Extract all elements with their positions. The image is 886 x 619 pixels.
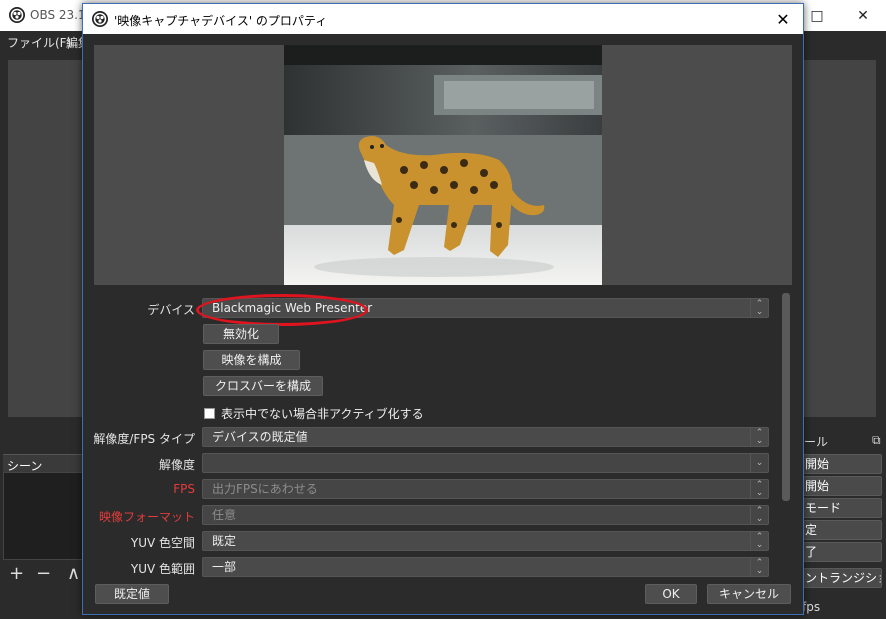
settings-button[interactable]: 定 <box>800 520 882 540</box>
exit-button[interactable]: 了 <box>800 542 882 562</box>
move-up-icon[interactable]: ∧ <box>67 563 80 584</box>
video-format-label: 映像フォーマット <box>98 510 195 524</box>
properties-form: デバイス Blackmagic Web Presenter ⌃ ⌄ 無効化 映像を… <box>83 292 803 578</box>
resolution-fps-type-select[interactable]: デバイスの既定値 ⌃ ⌄ <box>202 427 769 447</box>
deactivate-when-hidden-checkbox[interactable] <box>204 408 215 419</box>
updown-arrows-icon: ⌃ ⌄ <box>750 558 768 576</box>
yuv-color-space-label: YUV 色空間 <box>130 536 195 550</box>
resolution-fps-type-value: デバイスの既定値 <box>212 430 308 444</box>
video-format-value: 任意 <box>212 508 237 522</box>
deactivate-when-hidden-label: 表示中でない場合非アクティブ化する <box>221 407 424 421</box>
yuv-color-space-value: 既定 <box>212 534 237 548</box>
fps-value: 出力FPSにあわせる <box>212 482 318 496</box>
updown-arrows-icon: ⌃ ⌄ <box>750 532 768 550</box>
transition-button[interactable]: ントランジション <box>800 568 882 588</box>
resolution-label: 解像度 <box>158 458 195 472</box>
resolution-select[interactable]: ⌄ <box>202 453 769 473</box>
obs-logo-icon <box>92 11 108 27</box>
controls-dock-title: ール <box>804 435 829 449</box>
yuv-color-space-select[interactable]: 既定 ⌃ ⌄ <box>202 531 769 551</box>
controls-dock-header: ール ⧉ <box>800 430 886 450</box>
start-recording-button[interactable]: 開始 <box>800 476 882 496</box>
fps-select[interactable]: 出力FPSにあわせる ⌃ ⌄ <box>202 479 769 499</box>
video-format-select[interactable]: 任意 ⌃ ⌄ <box>202 505 769 525</box>
ok-button[interactable]: OK <box>645 584 697 604</box>
updown-arrows-icon: ⌃ ⌄ <box>750 506 768 524</box>
add-scene-icon[interactable]: + <box>9 563 24 584</box>
defaults-button[interactable]: 既定値 <box>95 584 169 604</box>
camera-preview-image <box>284 45 602 285</box>
source-preview <box>94 45 792 285</box>
status-fps: fps <box>802 600 821 614</box>
float-dock-icon[interactable]: ⧉ <box>872 433 881 448</box>
dialog-title: '映像キャプチャデバイス' のプロパティ <box>114 14 328 28</box>
updown-arrows-icon: ⌃ ⌄ <box>750 299 768 317</box>
scene-dock-header: シーン <box>3 454 83 473</box>
start-streaming-button[interactable]: 開始 <box>800 454 882 474</box>
close-icon[interactable]: ✕ <box>763 4 803 34</box>
obs-logo-icon <box>9 7 25 23</box>
cancel-button[interactable]: キャンセル <box>707 584 791 604</box>
yuv-color-range-value: 一部 <box>212 560 237 574</box>
chevron-down-icon: ⌄ <box>750 454 768 472</box>
configure-crossbar-button[interactable]: クロスバーを構成 <box>203 376 323 396</box>
dialog-footer: 既定値 OK キャンセル <box>83 580 803 616</box>
properties-dialog: '映像キャプチャデバイス' のプロパティ ✕ デバイス Blackmagic W… <box>82 3 804 615</box>
yuv-color-range-select[interactable]: 一部 ⌃ ⌄ <box>202 557 769 577</box>
remove-scene-icon[interactable]: − <box>36 563 51 584</box>
close-icon[interactable]: ✕ <box>840 0 886 31</box>
scene-list[interactable] <box>3 472 83 560</box>
yuv-color-range-label: YUV 色範囲 <box>130 562 195 576</box>
dialog-titlebar: '映像キャプチャデバイス' のプロパティ ✕ <box>83 4 803 34</box>
device-label: デバイス <box>147 303 195 317</box>
form-scrollbar[interactable] <box>782 293 790 501</box>
menu-file[interactable]: ファイル(F) <box>7 34 71 51</box>
scene-toolbar: + − ∧ <box>3 563 83 587</box>
deactivate-button[interactable]: 無効化 <box>203 324 279 344</box>
resolution-fps-type-label: 解像度/FPS タイプ <box>93 432 195 446</box>
configure-video-button[interactable]: 映像を構成 <box>203 350 300 370</box>
fps-label: FPS <box>173 482 195 496</box>
updown-arrows-icon: ⌃ ⌄ <box>750 480 768 498</box>
studio-mode-button[interactable]: モード <box>800 498 882 518</box>
updown-arrows-icon: ⌃ ⌄ <box>750 428 768 446</box>
annotation-ellipse <box>196 294 368 326</box>
